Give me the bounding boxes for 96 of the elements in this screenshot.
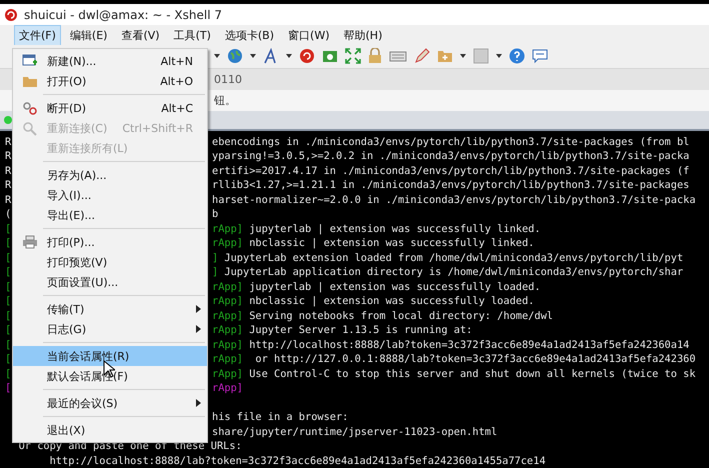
terminal-text: [ [5, 265, 12, 280]
menu-item[interactable]: 断开(D) Alt+C [13, 98, 207, 118]
terminal-text: [ [5, 366, 12, 382]
menu-item[interactable]: 导出(E)... [13, 205, 207, 225]
terminal-text: nbclassic | extension was successfully linked. [248, 236, 534, 251]
terminal-text: JupyterLab application directory is /home/dwl/miniconda3/envs/pytorch/shar [223, 265, 684, 280]
terminal-text: [ [5, 222, 12, 236]
terminal-text: [ [5, 308, 12, 324]
folder-icon [22, 74, 38, 88]
terminal-tag: ] [212, 265, 218, 280]
terminal-tag: rApp] [212, 294, 243, 309]
terminal-text: b [212, 207, 218, 222]
terminal-text: Serving notebooks from local directory: /home/dwl [248, 308, 553, 324]
new-window-icon [22, 54, 38, 68]
terminal-text: Use Control-C to stop this server and shut down all kernels (twice to sk [248, 366, 696, 382]
terminal-text: jupyterlab | extension was successfully linked. [248, 222, 541, 236]
terminal-text: [ [5, 381, 12, 396]
terminal-tag: rApp] [212, 280, 243, 294]
status-dot-icon [4, 116, 12, 124]
menu-item[interactable]: 导入(I)... [13, 185, 207, 205]
terminal-text: JupyterLab extension loaded from /home/dwl/miniconda3/envs/pytorch/lib/pyt [223, 250, 684, 266]
menu-bar-item[interactable]: 工具(T) [168, 24, 216, 46]
menu-bar-item[interactable]: 帮助(H) [338, 24, 388, 46]
terminal-tag: rApp] [212, 381, 243, 396]
caret-icon[interactable] [496, 54, 502, 58]
expand-icon[interactable] [345, 48, 361, 64]
terminal-text: R [5, 192, 12, 208]
terminal-tag: rApp] [212, 352, 243, 367]
app-logo-icon [4, 8, 18, 22]
menu-item[interactable]: 默认会话属性(F) [13, 366, 207, 386]
terminal-text: ebencodings in ./miniconda3/envs/pytorch/lib/python3.7/site-packages (from bl [212, 134, 690, 150]
terminal-tag: rApp] [212, 323, 243, 338]
lock-icon[interactable] [368, 48, 382, 64]
terminal-text: R [5, 134, 12, 150]
terminal-tag: rApp] [212, 222, 243, 236]
caret-icon[interactable] [460, 54, 466, 58]
terminal-tag: ] [212, 250, 218, 266]
pen-icon[interactable] [414, 48, 430, 64]
font-icon[interactable] [263, 48, 279, 64]
menu-item[interactable]: 退出(X) [13, 420, 207, 440]
terminal-text: [ [5, 250, 12, 266]
disconnect-icon [22, 100, 38, 116]
terminal-text: harset-normalizer~=2.0.0 in ./miniconda3/envs/pytorch/lib/python3.7/site-packa [212, 192, 696, 208]
terminal-text: [ [5, 323, 12, 338]
menu-bar-item[interactable]: 选项卡(B) [220, 24, 280, 46]
terminal-tag: rApp] [212, 308, 243, 324]
terminal-text: rllib3<1.27,>=1.21.1 in ./miniconda3/envs/pytorch/lib/python3.7/site-packages [212, 178, 690, 193]
terminal-line: http://localhost:8888/lab?token=3c372f3acc6e89e4a1ad2413af5efa242360a1455a77ce14 [48, 454, 546, 468]
window-title: shuicui - dwl@amax: ~ - Xshell 7 [24, 8, 222, 22]
caret-icon[interactable] [214, 54, 220, 58]
terminal-tag: rApp] [212, 338, 243, 352]
menu-item[interactable]: 新建(N)... Alt+N [13, 51, 207, 71]
magnifier-icon [22, 120, 38, 136]
terminal-text: jupyterlab | extension was successfully loaded. [248, 280, 541, 294]
terminal-text: [ [5, 236, 12, 251]
terminal-text: Jupyter Server 1.13.5 is running at: [248, 323, 472, 338]
swirl-logo-icon[interactable] [299, 48, 315, 64]
terminal-tag: rApp] [212, 236, 243, 251]
info-text: 钮。 [214, 92, 236, 108]
terminal-text: R [5, 164, 12, 178]
terminal-text: ertifi>=2017.4.17 in ./miniconda3/envs/pytorch/lib/python3.7/site-packages (f [212, 164, 690, 178]
menu-item[interactable]: 页面设置(U)... [13, 272, 207, 292]
terminal-text: http://localhost:8888/lab?token=3c372f3acc6e89e4a1ad2413af5efa242360a14 [248, 338, 690, 352]
help-icon[interactable] [509, 48, 525, 64]
terminal-text: [ [5, 352, 12, 367]
menu-item[interactable]: 打印(P)... [13, 232, 207, 252]
menu-item[interactable]: 打开(O) Alt+O [13, 71, 207, 91]
printer-icon [22, 235, 38, 249]
caret-icon[interactable] [286, 54, 292, 58]
terminal-text: yparsing!=3.0.5,>=2.0.2 in ./miniconda3/envs/pytorch/lib/python3.7/site-packa [212, 149, 690, 164]
menu-bar-item[interactable]: 文件(F) [14, 24, 61, 46]
terminal-text: R [5, 149, 12, 164]
menu-bar-item[interactable]: 窗口(W) [283, 24, 334, 46]
keyboard-icon[interactable] [389, 50, 407, 62]
menu-item[interactable]: 日志(G) [13, 319, 207, 339]
terminal-text: nbclassic | extension was successfully loaded. [248, 294, 534, 309]
chat-icon[interactable] [532, 48, 548, 64]
menu-bar-item[interactable]: 编辑(E) [64, 24, 112, 46]
menu-bar-item[interactable]: 查看(V) [116, 24, 165, 46]
terminal-text: his file in a browser: [212, 410, 348, 425]
new-folder-icon[interactable] [437, 49, 453, 64]
terminal-text: [ [5, 294, 12, 309]
terminal-text: share/jupyter/runtime/jpserver-11023-open.html [212, 424, 498, 440]
globe-icon[interactable] [227, 48, 243, 64]
menu-item[interactable]: 另存为(A)... [13, 165, 207, 185]
caret-icon[interactable] [250, 54, 256, 58]
terminal-text: or http://127.0.0.1:8888/lab?token=3c372f3acc6e89e4a1ad2413af5efa242360 [254, 352, 696, 367]
menu-item[interactable]: 打印预览(V) [13, 252, 207, 272]
terminal-text: [ [5, 338, 12, 352]
menu-item[interactable]: 传输(T) [13, 299, 207, 319]
terminal-text: [ [5, 280, 12, 294]
terminal-text: ( [5, 207, 12, 222]
terminal-tag: rApp] [212, 366, 243, 382]
menu-item[interactable]: 最近的会议(S) [13, 393, 207, 413]
terminal-text: R [5, 178, 12, 193]
address-text: 0110 [214, 72, 242, 86]
